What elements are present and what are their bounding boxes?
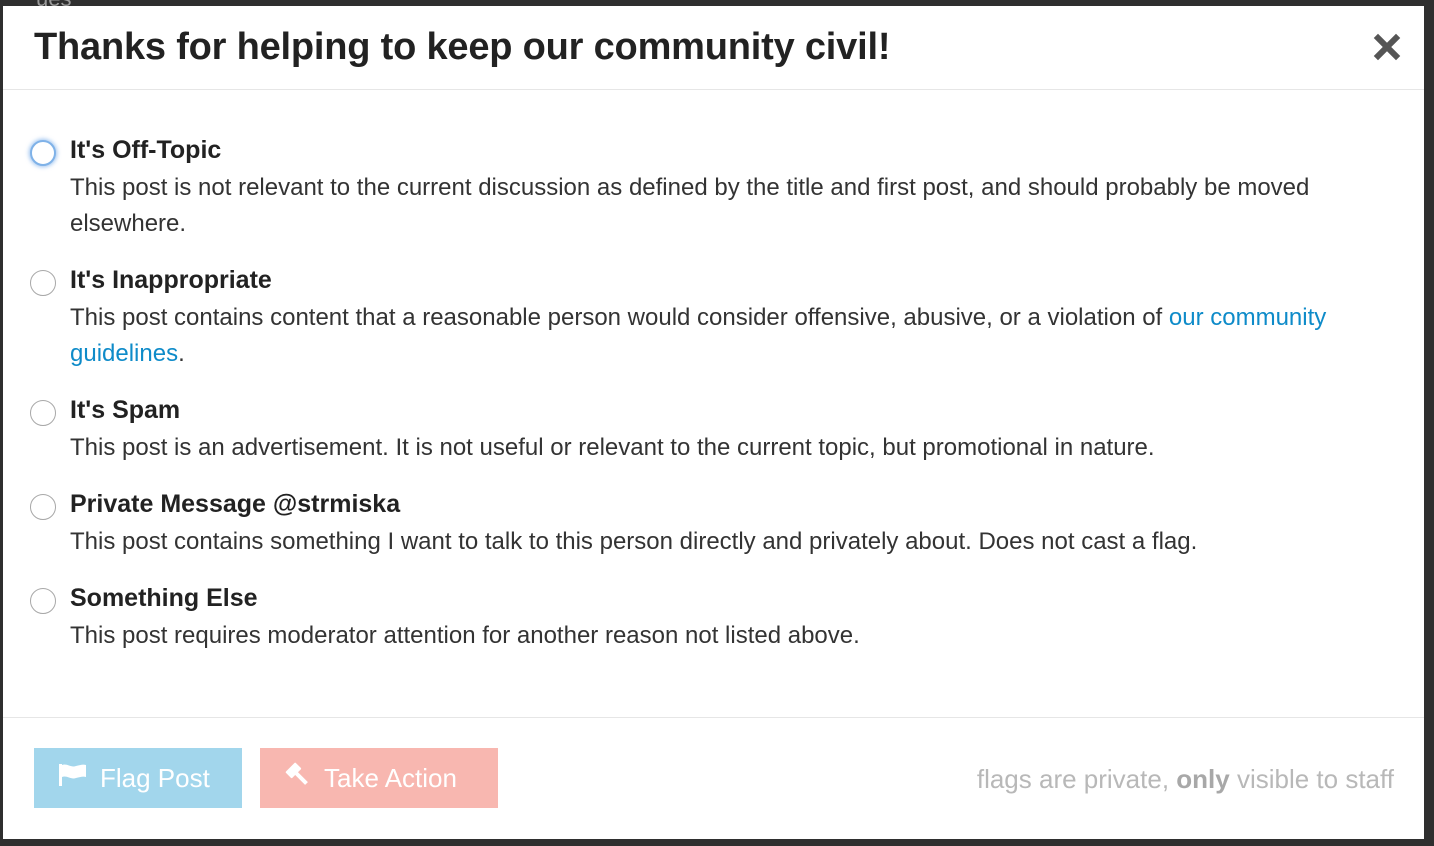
option-description: This post requires moderator attention f… bbox=[70, 622, 860, 649]
option-title: It's Off-Topic bbox=[70, 136, 222, 164]
modal-title: Thanks for helping to keep our community… bbox=[34, 26, 891, 68]
flag-icon bbox=[58, 763, 88, 794]
radio-something-else[interactable] bbox=[30, 588, 56, 614]
flag-modal: Thanks for helping to keep our community… bbox=[3, 6, 1424, 839]
option-title: It's Spam bbox=[70, 396, 181, 424]
radio-spam[interactable] bbox=[30, 400, 56, 426]
radio-inappropriate[interactable] bbox=[30, 270, 56, 296]
description-text: This post contains content that a reason… bbox=[70, 304, 1169, 331]
option-description: This post is an advertisement. It is not… bbox=[70, 434, 1155, 461]
option-description: This post is not relevant to the current… bbox=[70, 174, 1310, 237]
flag-post-button[interactable]: Flag Post bbox=[34, 748, 242, 808]
close-icon[interactable] bbox=[1372, 32, 1402, 62]
take-action-label: Take Action bbox=[324, 762, 457, 793]
description-end: . bbox=[178, 340, 185, 367]
option-title: Something Else bbox=[70, 584, 258, 612]
gavel-icon bbox=[284, 761, 312, 796]
privacy-note: flags are private, only visible to staff bbox=[977, 764, 1394, 795]
privacy-note-start: flags are private, bbox=[976, 764, 1177, 794]
privacy-note-end: visible to staff bbox=[1229, 764, 1394, 794]
modal-footer: Flag Post Take Action flags are private,… bbox=[3, 717, 1424, 840]
radio-off-topic[interactable] bbox=[30, 140, 56, 166]
option-title: Private Message @strmiska bbox=[70, 490, 401, 518]
radio-private-message[interactable] bbox=[30, 494, 56, 520]
option-description: This post contains something I want to t… bbox=[70, 528, 1198, 555]
privacy-note-emphasis: only bbox=[1176, 764, 1230, 794]
take-action-button[interactable]: Take Action bbox=[260, 748, 498, 808]
option-description: This post contains content that a reason… bbox=[70, 300, 1360, 372]
option-title: It's Inappropriate bbox=[70, 266, 272, 294]
flag-post-label: Flag Post bbox=[100, 762, 210, 793]
modal-header: Thanks for helping to keep our community… bbox=[3, 6, 1424, 90]
